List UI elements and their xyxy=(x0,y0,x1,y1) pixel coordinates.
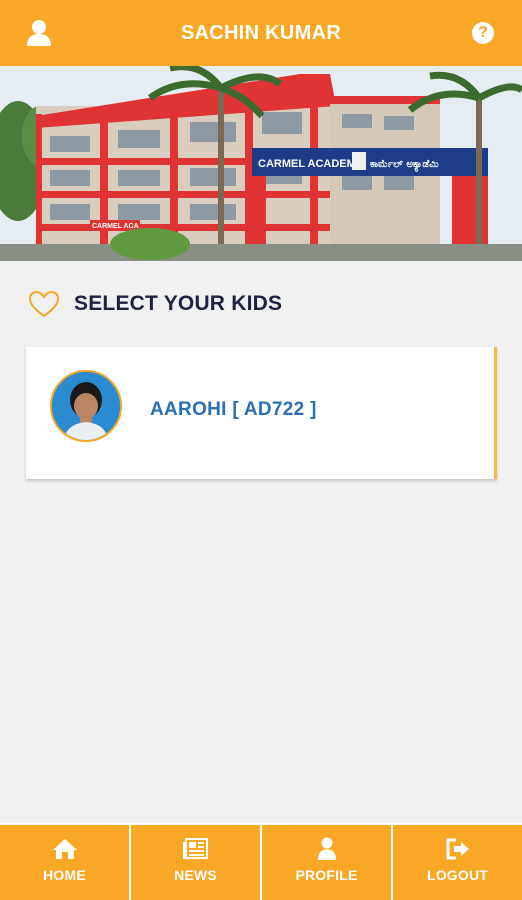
profile-icon xyxy=(317,837,336,860)
heart-icon xyxy=(28,290,60,318)
nav-home-label: HOME xyxy=(43,867,86,883)
app-header: SACHIN KUMAR ? xyxy=(0,0,522,66)
school-banner-image: CARMEL ACADEMY ಕಾರ್ಮೆಲ್ ಅಕ್ಯಾಡೆಮಿ CARMEL… xyxy=(0,66,522,261)
nav-logout-label: LOGOUT xyxy=(426,867,489,883)
banner-small-sign: CARMEL ACA xyxy=(92,223,139,230)
nav-profile-label: PROFILE xyxy=(295,867,358,883)
page-title: SACHIN KUMAR xyxy=(180,22,342,44)
nav-news-label: NEWS xyxy=(174,867,217,883)
logout-icon xyxy=(446,838,469,860)
kid-card[interactable]: AAROHI [ AD722 ] xyxy=(26,347,497,479)
select-kids-heading: SELECT YOUR KIDS xyxy=(28,288,282,320)
home-icon xyxy=(52,839,77,859)
section-title: SELECT YOUR KIDS xyxy=(74,292,283,315)
nav-news-button[interactable]: NEWS xyxy=(131,825,262,900)
kid-avatar xyxy=(50,370,122,442)
nav-logout-button[interactable]: LOGOUT xyxy=(393,825,522,900)
nav-profile-button[interactable]: PROFILE xyxy=(262,825,393,900)
banner-sign-text: CARMEL ACADEMY xyxy=(258,158,364,170)
kid-name-link[interactable]: AAROHI [ AD722 ] xyxy=(150,399,317,421)
news-icon xyxy=(182,838,208,859)
bottom-nav: HOME NEWS PROFILE LOGOUT xyxy=(0,823,522,900)
help-icon[interactable]: ? xyxy=(472,22,494,44)
nav-home-button[interactable]: HOME xyxy=(0,825,131,900)
